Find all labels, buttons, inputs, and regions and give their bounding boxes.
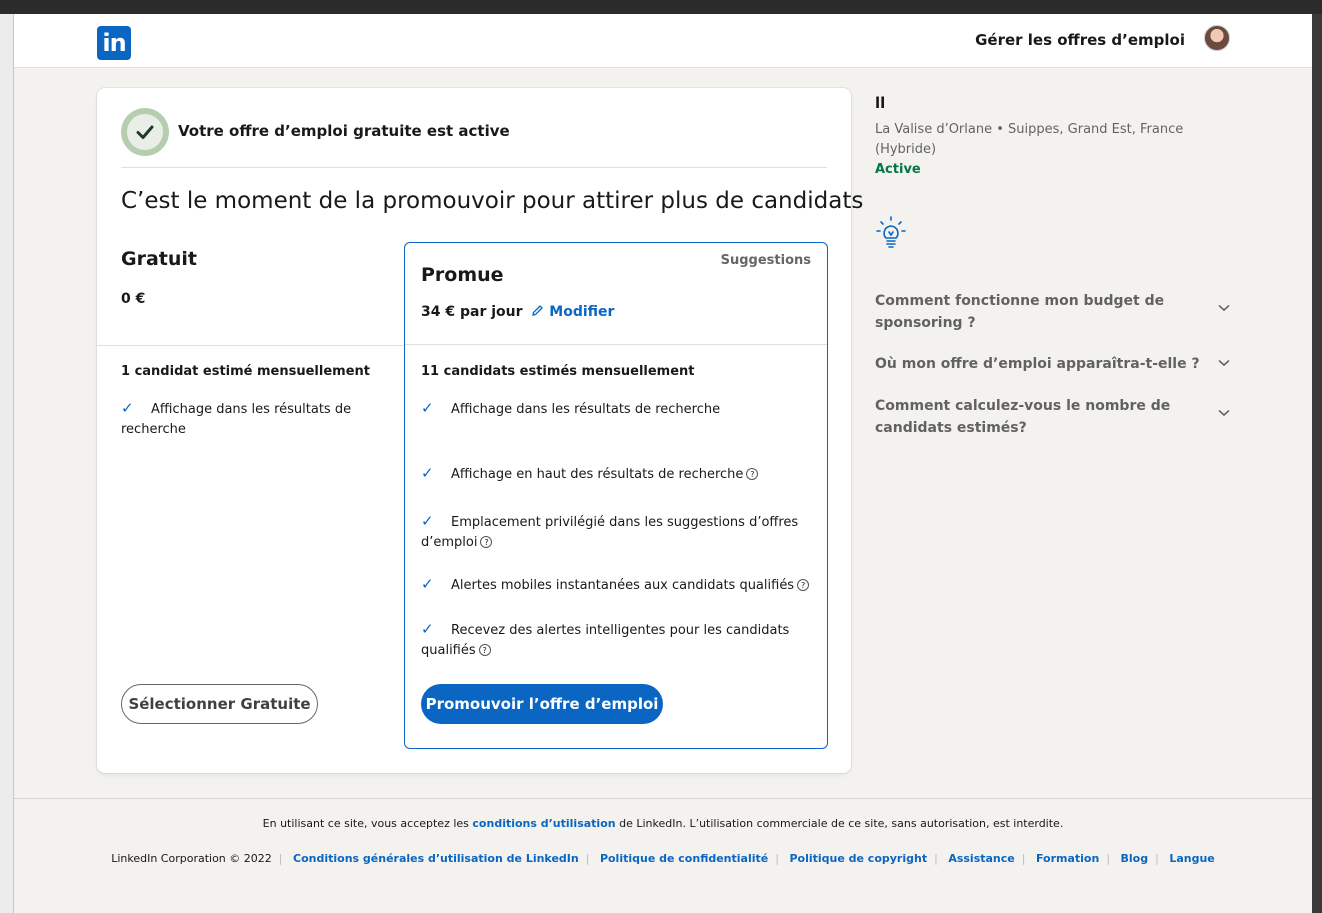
free-plan-price: 0 € [121, 291, 146, 307]
job-title[interactable]: ll [875, 94, 1255, 112]
faq-item-budget[interactable]: Comment fonctionne mon budget de sponsor… [875, 290, 1245, 334]
promo-feature-item: ✓ Recevez des alertes intelligentes pour … [421, 620, 790, 658]
modify-budget-link[interactable]: Modifier [531, 304, 614, 320]
check-icon: ✓ [421, 464, 434, 482]
promotion-card: Votre offre d’emploi gratuite est active… [97, 88, 863, 773]
promoted-plan-estimate: 11 candidats estimés mensuellement [421, 364, 695, 379]
lightbulb-icon [876, 216, 906, 248]
manage-jobs-link[interactable]: Gérer les offres d’emploi [975, 31, 1185, 49]
avatar[interactable] [1204, 25, 1230, 51]
footer-terms-line: En utilisant ce site, vous acceptez les … [262, 817, 1064, 830]
free-feature-item: ✓ Affichage dans les résultats de recherc… [121, 399, 352, 437]
free-plan: Gratuit 0 € [121, 248, 404, 307]
check-icon: ✓ [121, 399, 134, 417]
check-icon: ✓ [421, 620, 434, 638]
help-icon[interactable]: ? [478, 644, 491, 656]
chevron-down-icon [1218, 409, 1230, 417]
help-icon[interactable]: ? [480, 536, 493, 548]
check-icon: ✓ [421, 512, 434, 530]
check-icon: ✓ [421, 575, 434, 593]
promote-job-button[interactable]: Promouvoir l’offre d’emploi [421, 684, 663, 724]
promo-feature-item: ✓ Affichage dans les résultats de recherc… [421, 399, 721, 417]
status-row: Votre offre d’emploi gratuite est active [121, 106, 827, 168]
pencil-icon [532, 305, 544, 316]
promoted-plan-divider [405, 344, 827, 345]
check-circle-icon [121, 108, 169, 156]
page-title: C’est le moment de la promouvoir pour at… [121, 188, 864, 214]
check-icon: ✓ [421, 399, 434, 417]
help-icon[interactable]: ? [746, 468, 759, 480]
promoted-plan-title: Promue [421, 264, 504, 286]
footer-link-learning[interactable]: Formation [1036, 852, 1099, 865]
free-plan-estimate: 1 candidat estimé mensuellement [121, 364, 370, 379]
browser-top-strip [0, 0, 1322, 14]
suggestions-badge: Suggestions [720, 253, 811, 268]
promoted-plan: Suggestions Promue 34 € par jour Modifie… [404, 242, 828, 749]
free-plan-title: Gratuit [121, 248, 197, 270]
chevron-down-icon [1218, 304, 1230, 312]
job-sidebar: ll La Valise d’Orlane • Suippes, Grand E… [875, 94, 1255, 436]
page-footer: En utilisant ce site, vous acceptez les … [14, 798, 1312, 913]
job-meta: La Valise d’Orlane • Suippes, Grand Est,… [875, 122, 1184, 157]
linkedin-logo-icon[interactable]: in [97, 26, 131, 60]
free-plan-divider [97, 345, 404, 346]
promo-feature-item: ✓ Affichage en haut des résultats de rech… [421, 463, 806, 485]
footer-link-language[interactable]: Langue [1169, 852, 1214, 865]
faq-item-estimate[interactable]: Comment calculez-vous le nombre de candi… [875, 395, 1245, 439]
top-header: in Gérer les offres d’emploi [14, 14, 1312, 68]
terms-link[interactable]: conditions d’utilisation [472, 817, 615, 830]
footer-link-blog[interactable]: Blog [1121, 852, 1149, 865]
footer-link-help[interactable]: Assistance [948, 852, 1014, 865]
status-message: Votre offre d’emploi gratuite est active [178, 122, 510, 140]
footer-link-copyright[interactable]: Politique de copyright [789, 852, 927, 865]
chevron-down-icon [1218, 359, 1230, 367]
job-status-badge: Active [875, 162, 921, 177]
promo-feature-item: ✓ Alertes mobiles instantanées aux candid… [421, 574, 813, 596]
window-right-edge [1312, 14, 1322, 913]
help-icon[interactable]: ? [797, 579, 810, 591]
select-free-button[interactable]: Sélectionner Gratuite [121, 684, 318, 724]
footer-links: LinkedIn Corporation © 2022 | Conditions … [111, 852, 1215, 865]
footer-link-privacy[interactable]: Politique de confidentialité [600, 852, 768, 865]
promo-feature-item: ✓ Emplacement privilégié dans les suggest… [421, 512, 799, 550]
faq-item-placement[interactable]: Où mon offre d’emploi apparaîtra-t-elle … [875, 353, 1245, 375]
window-left-edge [0, 14, 14, 913]
promoted-plan-price: 34 € par jour Modifier [421, 304, 615, 320]
footer-link-terms[interactable]: Conditions générales d’utilisation de Li… [293, 852, 579, 865]
copyright: LinkedIn Corporation © 2022 [111, 852, 272, 865]
